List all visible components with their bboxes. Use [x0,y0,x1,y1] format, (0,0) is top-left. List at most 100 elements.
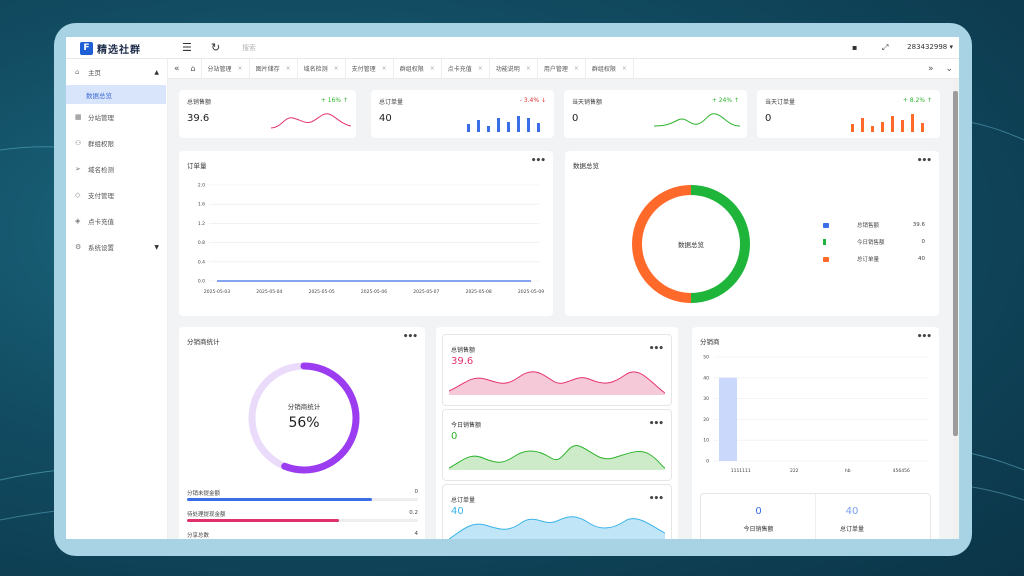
legend-value: 0 [921,239,926,245]
sidebar-item-label: 支付管理 [88,192,114,200]
tab-images[interactable]: 图片储存 × [250,58,298,79]
tab-scroll-left-icon[interactable]: « [168,59,186,79]
message-icon[interactable]: ▪ [852,43,857,52]
logo: F 精选社群 [80,41,141,56]
sparkbars [851,114,924,132]
mini-chart-today-sales: 今日销售额 0 ••• [442,409,672,481]
y-tick-label: 10 [703,438,709,444]
progress-track [187,519,418,522]
data-overview-card: 数据总览 ••• 数据总览 总销售额 39.6 今日销售额 0 总订单量 40 [565,151,939,316]
sidebar-item-label: 点卡充值 [88,218,114,226]
fullscreen-icon[interactable]: ⤢ [882,43,888,53]
sidebar: ⌂ 主页 ▲ 数据总览 ▦ 分站管理 ⚇ 群组权限 ➢ 域名检测 ◇ 支付管理 … [66,59,168,539]
tab-sites[interactable]: 分站管理 × [202,58,250,79]
sidebar-item-payment[interactable]: ◇ 支付管理 [66,182,167,208]
tab-label: 图片储存 [255,66,280,73]
x-tick-label: 2025-05-08 [466,289,492,295]
mini-title: 总销售额 [451,347,476,354]
legend-item[interactable]: 总销售额 39.6 [823,221,925,229]
summary-today-sales: 0 今日销售额 [701,494,816,539]
tab-group[interactable]: 群组权限 × [394,58,442,79]
stat-percent: - 3.4% ↓ [519,97,546,104]
stat-title: 当天销售额 [572,99,603,106]
distributor-bar-chart: 50 40 30 20 10 0 1111111 222 hb 456456 [703,355,928,474]
tab-dropdown-icon[interactable]: ⌄ [939,59,959,79]
summary-value: 0 [755,506,762,517]
sidebar-item-home[interactable]: ⌂ 主页 ▲ [66,59,167,85]
close-icon[interactable]: × [478,65,483,72]
stat-title: 总订单量 [379,99,404,106]
legend-item[interactable]: 今日销售额 0 [823,238,925,246]
y-tick-label: 40 [703,375,709,381]
y-tick-label: 0.8 [198,240,205,246]
sidebar-item-recharge[interactable]: ◈ 点卡充值 [66,208,167,234]
row-label: 分享总数 [187,533,210,539]
sidebar-item-group[interactable]: ⚇ 群组权限 [66,130,167,156]
search-input[interactable]: 搜索 [242,43,256,53]
close-icon[interactable]: × [286,65,291,72]
legend-label: 总订单量 [857,257,880,263]
tab-home[interactable]: ⌂ [186,58,202,79]
distributor-stats-card: 分销商统计 ••• 分销商统计 56% 分销未提金额 0 待处理提现金额 0.2… [179,327,425,539]
ring-label: 分销商统计 [287,403,321,411]
sidebar-item-label: 系统设置 [88,244,114,252]
bar [719,377,737,461]
sidebar-item-data-overview[interactable]: 数据总览 [66,85,166,104]
tab-users[interactable]: 用户管理 × [538,58,586,79]
x-tick-label: 456456 [893,468,910,474]
tab-payment[interactable]: 支付管理 × [346,58,394,79]
summary-label: 今日销售额 [743,526,774,533]
legend-label: 总销售额 [857,223,880,229]
shield-check-icon: ◈ [75,217,81,225]
sidebar-item-domain[interactable]: ➢ 域名检测 [66,156,167,182]
more-icon[interactable]: ••• [403,332,418,342]
orders-line-chart: 2.0 1.6 1.2 0.8 0.4 0.0 2025-05-03 2025-05-04 20… [198,183,544,296]
more-icon[interactable]: ••• [649,344,664,354]
more-icon[interactable]: ••• [917,156,932,166]
close-icon[interactable]: × [526,65,531,72]
sidebar-item-sites[interactable]: ▦ 分站管理 [66,104,167,130]
close-icon[interactable]: × [334,65,339,72]
sparkline [271,113,351,129]
tab-recharge[interactable]: 点卡充值 × [442,58,490,79]
tab-label: 分站管理 [207,66,232,73]
refresh-icon[interactable]: ↻ [211,41,220,54]
top-bar: F 精选社群 ☰ ↻ 搜索 ▪ ⤢ 283432998 ▾ [66,37,959,59]
stat-card-total-orders: 总订单量 - 3.4% ↓ 40 [371,90,554,138]
tab-group-2[interactable]: 群组权限 × [586,58,634,79]
scrollbar-thumb[interactable] [953,91,958,436]
more-icon[interactable]: ••• [531,156,546,166]
y-tick-label: 50 [703,355,709,361]
close-icon[interactable]: × [238,65,243,72]
mini-title: 今日销售额 [451,422,482,429]
tab-help[interactable]: 功能说明 × [490,58,538,79]
mini-chart-total-orders: 总订单量 40 ••• [442,484,672,539]
card-title: 数据总览 [573,162,599,170]
menu-fold-icon[interactable]: ☰ [182,41,192,54]
page-scrollbar[interactable] [953,79,958,539]
sidebar-item-settings[interactable]: ⚙ 系统设置 ▼ [66,234,167,260]
more-icon[interactable]: ••• [917,332,932,342]
legend-swatch [823,222,829,228]
close-icon[interactable]: × [622,65,627,72]
y-tick-label: 20 [703,417,709,423]
distributor-card: 分销商 ••• 50 40 30 20 10 0 1111111 222 hb 456456 0 … [692,327,939,539]
tab-domain[interactable]: 域名检测 × [298,58,346,79]
summary-value: 40 [845,506,859,517]
legend-item[interactable]: 总订单量 40 [823,255,925,263]
close-icon[interactable]: × [382,65,387,72]
x-tick-label: 2025-05-05 [309,289,335,295]
caret-down-icon: ▾ [949,43,953,51]
row-label: 待处理提现金额 [187,512,226,518]
stat-value: 0 [572,113,579,124]
area-chart [449,445,665,470]
user-menu[interactable]: 283432998 ▾ [907,43,953,51]
close-icon[interactable]: × [574,65,579,72]
tab-scroll-right-icon[interactable]: » [922,59,940,79]
tab-label: 点卡充值 [447,66,472,73]
more-icon[interactable]: ••• [649,419,664,429]
close-icon[interactable]: × [430,65,435,72]
caret-up-icon: ▲ [154,68,159,76]
x-tick-label: 2025-05-09 [518,289,544,295]
more-icon[interactable]: ••• [649,494,664,504]
